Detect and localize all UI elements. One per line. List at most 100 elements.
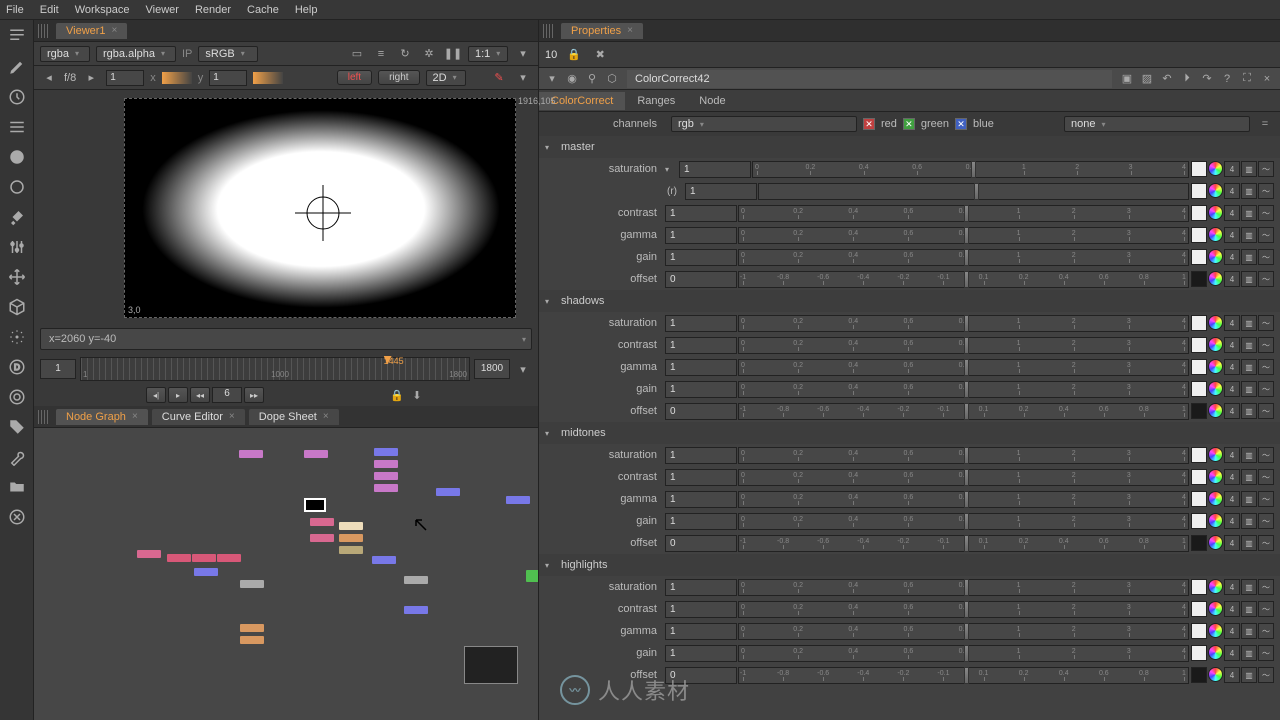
list-icon[interactable]: ≡ bbox=[372, 45, 390, 63]
four-button[interactable]: 4 bbox=[1224, 403, 1240, 419]
magnet-icon[interactable]: ⬡ bbox=[603, 70, 621, 88]
skip-icon[interactable]: ⏵ bbox=[1178, 70, 1196, 88]
slider[interactable]: -1-0.8-0.6-0.4-0.2-0.10.10.20.40.60.81 bbox=[738, 667, 1189, 684]
slider[interactable]: -1-0.8-0.6-0.4-0.2-0.10.10.20.40.60.81 bbox=[738, 271, 1189, 288]
value-input[interactable] bbox=[665, 513, 737, 530]
color-swatch[interactable] bbox=[1191, 315, 1207, 331]
curve-icon[interactable]: 〜 bbox=[1258, 205, 1274, 221]
timeline-track[interactable]: 1 1000 1800 1445 bbox=[80, 357, 470, 381]
dock-handle-icon[interactable] bbox=[38, 24, 48, 38]
slider-icon[interactable]: ▥ bbox=[1241, 359, 1257, 375]
slider-icon[interactable]: ▥ bbox=[1241, 469, 1257, 485]
color-wheel-icon[interactable] bbox=[1208, 183, 1223, 198]
four-button[interactable]: 4 bbox=[1224, 315, 1240, 331]
slider-icon[interactable]: ▥ bbox=[1241, 381, 1257, 397]
curve-icon[interactable]: 〜 bbox=[1258, 271, 1274, 287]
slider[interactable]: 00.20.40.60.81234 bbox=[738, 227, 1189, 244]
next-key-button[interactable]: ▸▸ bbox=[244, 387, 264, 403]
value-input[interactable] bbox=[665, 535, 737, 552]
four-button[interactable]: 4 bbox=[1224, 601, 1240, 617]
slider-icon[interactable]: ▥ bbox=[1241, 447, 1257, 463]
slider-icon[interactable]: ▥ bbox=[1241, 491, 1257, 507]
chevron-down-icon[interactable]: ▾ bbox=[514, 45, 532, 63]
eq-icon[interactable]: = bbox=[1256, 115, 1274, 133]
slider[interactable]: 00.20.40.60.81234 bbox=[738, 381, 1189, 398]
unpremult-dd[interactable]: none bbox=[1064, 116, 1250, 132]
value-input[interactable] bbox=[665, 205, 737, 222]
four-button[interactable]: 4 bbox=[1224, 623, 1240, 639]
brush-icon[interactable] bbox=[8, 208, 26, 226]
refresh-icon[interactable]: ↻ bbox=[396, 45, 414, 63]
viewport[interactable]: 3,0 HD_1080 1916,105 bbox=[34, 90, 538, 324]
curve-icon[interactable]: 〜 bbox=[1258, 249, 1274, 265]
gradient2-icon[interactable] bbox=[253, 72, 283, 84]
d-icon[interactable]: D bbox=[8, 358, 26, 376]
slider[interactable]: 00.20.40.60.81234 bbox=[738, 469, 1189, 486]
curve-icon[interactable]: 〜 bbox=[1258, 667, 1274, 683]
menu-render[interactable]: Render bbox=[195, 4, 231, 16]
menu-workspace[interactable]: Workspace bbox=[75, 4, 130, 16]
color-swatch[interactable] bbox=[1191, 535, 1207, 551]
download-icon[interactable]: ⬇ bbox=[408, 386, 426, 404]
value-input[interactable] bbox=[665, 469, 737, 486]
value-input[interactable] bbox=[665, 579, 737, 596]
slider-icon[interactable]: ▥ bbox=[1241, 623, 1257, 639]
color-swatch[interactable] bbox=[1191, 623, 1207, 639]
disclosure-icon[interactable]: ▾ bbox=[545, 297, 557, 306]
step-back-button[interactable]: ◂| bbox=[146, 387, 166, 403]
color-wheel-icon[interactable] bbox=[1208, 337, 1223, 352]
color-wheel-icon[interactable] bbox=[1208, 161, 1223, 176]
color-wheel-icon[interactable] bbox=[1208, 491, 1223, 506]
slider-icon[interactable]: ▥ bbox=[1241, 579, 1257, 595]
canvas[interactable]: 3,0 HD_1080 bbox=[124, 98, 516, 318]
slider-icon[interactable]: ▥ bbox=[1241, 513, 1257, 529]
slider[interactable]: 00.20.40.60.81234 bbox=[752, 161, 1189, 178]
color-wheel-icon[interactable] bbox=[1208, 447, 1223, 462]
bullseye-icon[interactable]: ◉ bbox=[563, 70, 581, 88]
slider-icon[interactable]: ▥ bbox=[1241, 315, 1257, 331]
disclosure-icon[interactable]: ▾ bbox=[543, 70, 561, 88]
end-frame[interactable]: 1800 bbox=[474, 359, 510, 379]
color-swatch[interactable] bbox=[1191, 205, 1207, 221]
value-input[interactable] bbox=[665, 403, 737, 420]
menu-viewer[interactable]: Viewer bbox=[146, 4, 179, 16]
dock-handle-icon[interactable] bbox=[543, 24, 553, 38]
four-button[interactable]: 4 bbox=[1224, 667, 1240, 683]
color-swatch[interactable] bbox=[1191, 337, 1207, 353]
color-wheel-icon[interactable] bbox=[1208, 513, 1223, 528]
pause-icon[interactable]: ❚❚ bbox=[444, 45, 462, 63]
lock-icon[interactable]: 🔒 bbox=[565, 46, 583, 64]
coord-bar[interactable]: x=2060 y=-40 bbox=[40, 328, 532, 350]
slider-icon[interactable]: ▥ bbox=[1241, 403, 1257, 419]
square1-icon[interactable]: ▣ bbox=[1118, 70, 1136, 88]
folder-icon[interactable] bbox=[8, 478, 26, 496]
value-input[interactable] bbox=[665, 227, 737, 244]
clock-icon[interactable] bbox=[8, 88, 26, 106]
value-input[interactable] bbox=[665, 249, 737, 266]
tab-dopesheet[interactable]: Dope Sheet× bbox=[249, 409, 339, 425]
disclosure-icon[interactable]: ▾ bbox=[545, 429, 557, 438]
channels-dd[interactable]: rgba bbox=[40, 46, 90, 62]
color-wheel-icon[interactable] bbox=[1208, 469, 1223, 484]
slider[interactable]: 00.20.40.60.81234 bbox=[738, 579, 1189, 596]
slider[interactable]: 00.20.40.60.81234 bbox=[738, 249, 1189, 266]
prev-icon[interactable]: ◂ bbox=[40, 69, 58, 87]
help-icon[interactable]: ? bbox=[1218, 70, 1236, 88]
four-button[interactable]: 4 bbox=[1224, 161, 1240, 177]
slider-icon[interactable]: ▥ bbox=[1241, 271, 1257, 287]
gear-icon[interactable]: ✲ bbox=[420, 45, 438, 63]
value-input[interactable] bbox=[665, 491, 737, 508]
color-swatch[interactable] bbox=[1191, 403, 1207, 419]
chevron-down-icon[interactable]: ▾ bbox=[514, 69, 532, 87]
subtab-ranges[interactable]: Ranges bbox=[625, 92, 687, 110]
slider[interactable]: 00.20.40.60.81234 bbox=[738, 601, 1189, 618]
right-eye-button[interactable]: right bbox=[378, 70, 419, 85]
color-swatch[interactable] bbox=[1191, 359, 1207, 375]
value-input[interactable] bbox=[665, 601, 737, 618]
color-wheel-icon[interactable] bbox=[1208, 271, 1223, 286]
color-swatch[interactable] bbox=[1191, 667, 1207, 683]
tab-properties[interactable]: Properties× bbox=[561, 23, 643, 39]
x-input[interactable] bbox=[106, 70, 144, 86]
color-wheel-icon[interactable] bbox=[1208, 249, 1223, 264]
start-frame[interactable]: 1 bbox=[40, 359, 76, 379]
